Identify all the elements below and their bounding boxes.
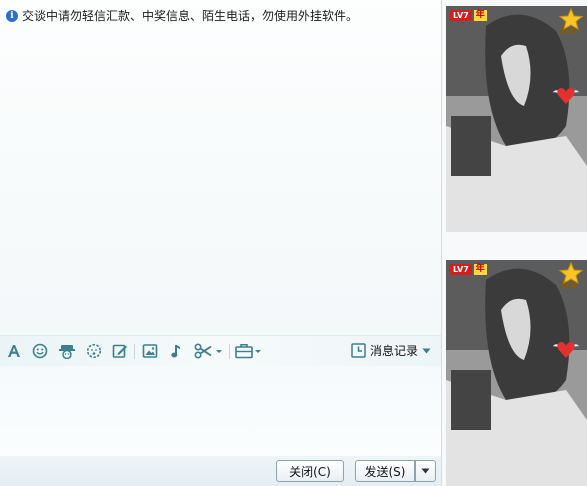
security-notice-text: 交谈中请勿轻信汇款、中奖信息、陌生电话，勿使用外挂软件。 xyxy=(22,9,359,23)
profile-panel: LV7 年 LV4 LV7 年 LV4 xyxy=(442,0,587,486)
level-label: LV4 xyxy=(561,27,577,36)
send-options-button[interactable] xyxy=(415,460,436,482)
emoji-icon[interactable] xyxy=(31,341,49,361)
image-icon[interactable] xyxy=(141,341,159,361)
edit-icon[interactable] xyxy=(111,341,129,361)
button-bar: 关闭(C) 发送(S) xyxy=(0,456,441,486)
security-notice: i 交谈中请勿轻信汇款、中奖信息、陌生电话，勿使用外挂软件。 xyxy=(6,7,358,24)
message-history-button[interactable]: 消息记录 xyxy=(351,342,431,359)
chat-toolbar: 消息记录 xyxy=(0,335,441,366)
vip-badge: LV7 xyxy=(450,10,472,21)
message-history-label: 消息记录 xyxy=(369,344,418,358)
magic-face-icon[interactable] xyxy=(57,341,77,361)
vip-badge-group: LV7 年 xyxy=(450,264,487,275)
close-button[interactable]: 关闭(C) xyxy=(276,460,344,482)
portrait-image xyxy=(446,260,587,486)
level-star-icon: LV4 xyxy=(557,261,585,292)
toolbox-icon[interactable] xyxy=(234,341,264,361)
chevron-down-icon xyxy=(422,348,431,353)
history-icon xyxy=(351,343,366,358)
year-badge: 年 xyxy=(473,10,487,21)
send-button[interactable]: 发送(S) xyxy=(355,460,415,482)
winged-heart-icon xyxy=(552,342,580,358)
toolbar-separator xyxy=(134,344,135,359)
message-input[interactable] xyxy=(0,366,441,456)
shake-icon[interactable] xyxy=(85,341,103,361)
vip-badge-group: LV7 年 xyxy=(450,10,487,21)
level-star-icon: LV4 xyxy=(557,7,585,38)
my-avatar-photo[interactable]: LV7 年 LV4 xyxy=(446,260,587,486)
toolbar-separator xyxy=(229,344,230,359)
contact-avatar-photo[interactable]: LV7 年 LV4 xyxy=(446,6,587,232)
portrait-image xyxy=(446,6,587,232)
winged-heart-icon xyxy=(552,88,580,104)
vip-badge: LV7 xyxy=(450,264,472,275)
year-badge: 年 xyxy=(473,264,487,275)
info-icon: i xyxy=(6,9,18,22)
music-icon[interactable] xyxy=(168,341,186,361)
scissors-icon[interactable] xyxy=(193,341,227,361)
font-icon[interactable] xyxy=(5,341,23,361)
level-label: LV4 xyxy=(561,281,577,290)
chevron-down-icon xyxy=(421,468,430,474)
chat-message-area: i 交谈中请勿轻信汇款、中奖信息、陌生电话，勿使用外挂软件。 xyxy=(0,0,441,335)
